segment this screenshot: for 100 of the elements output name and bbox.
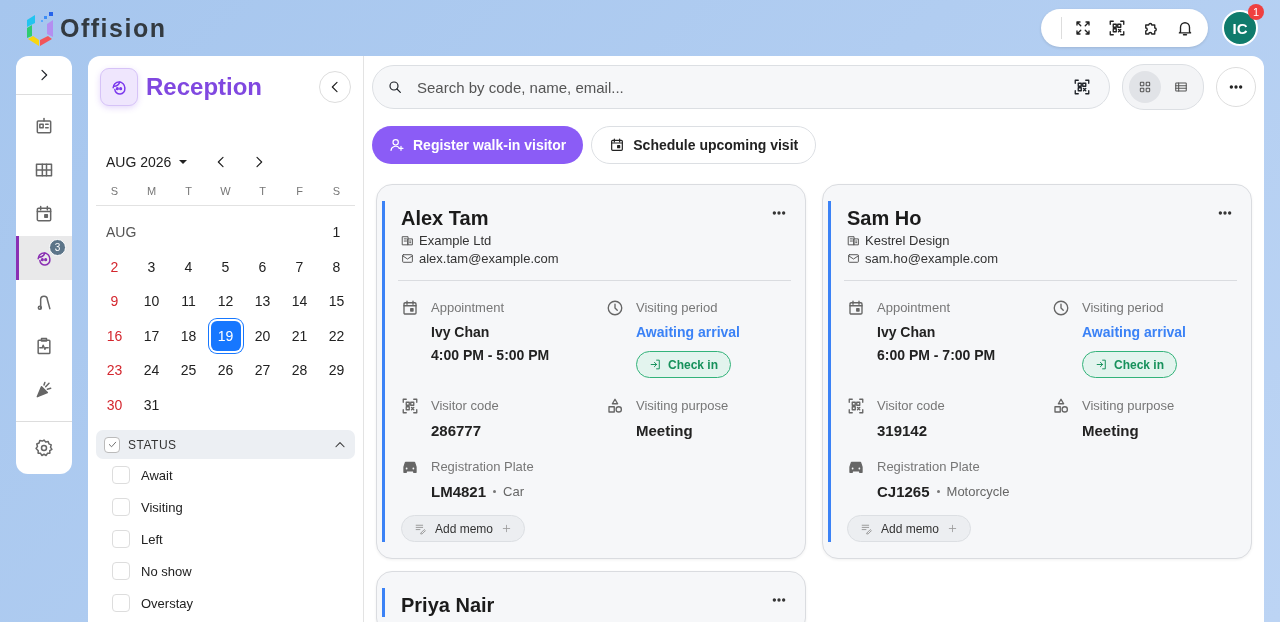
qr-scan-icon[interactable] <box>1108 19 1126 37</box>
calendar-day[interactable]: 5 <box>210 251 241 282</box>
search-field[interactable]: Search by code, name, email... <box>372 65 1110 109</box>
visiting-purpose: Meeting <box>636 422 694 439</box>
visitor-name: Priya Nair <box>401 594 495 617</box>
nav-item[interactable]: 3 <box>16 236 72 281</box>
option-label: Await <box>141 467 173 483</box>
logo-icon <box>24 10 56 46</box>
calendar-day[interactable]: 1 <box>321 217 352 248</box>
calendar-icon <box>401 299 419 317</box>
weekday-label: T <box>184 185 193 197</box>
qr-scan-icon[interactable] <box>1073 78 1091 96</box>
add-memo-button[interactable]: Add memo <box>401 515 526 542</box>
calendar-day[interactable]: 29 <box>321 355 352 386</box>
register-visitor-button[interactable]: Register walk-in visitor <box>372 126 584 164</box>
weekday-label: F <box>295 185 304 197</box>
calendar-day[interactable]: 26 <box>210 355 241 386</box>
calendar-day[interactable]: 6 <box>247 251 278 282</box>
checkbox[interactable] <box>104 436 120 453</box>
calendar-day[interactable]: 2 <box>99 251 130 282</box>
calendar-day[interactable]: 22 <box>321 320 352 351</box>
field-label: Visiting purpose <box>1082 398 1175 413</box>
checkbox[interactable] <box>112 498 130 516</box>
login-icon <box>1095 358 1108 371</box>
calendar-day[interactable]: 31 <box>136 389 167 420</box>
separator-dot <box>936 490 940 493</box>
field-label: Visitor code <box>877 398 945 413</box>
visitor-email: alex.tam@example.com <box>419 251 559 266</box>
calendar-icon <box>847 299 865 317</box>
month-label: AUG <box>105 224 138 241</box>
calendar-day[interactable]: 16 <box>99 320 130 351</box>
shapes-icon <box>1052 397 1070 415</box>
check-in-button[interactable]: Check in <box>1082 351 1177 378</box>
calendar-day[interactable]: 9 <box>99 286 130 317</box>
visitor-code: 319142 <box>877 422 929 439</box>
schedule-visit-button[interactable]: Schedule upcoming visit <box>591 126 817 164</box>
add-memo-button[interactable]: Add memo <box>847 515 972 542</box>
calendar-day[interactable]: 12 <box>210 286 241 317</box>
field-label: Visiting period <box>1082 300 1165 315</box>
calendar-day[interactable]: 14 <box>284 286 315 317</box>
check-in-button[interactable]: Check in <box>636 351 731 378</box>
field-label: Visiting purpose <box>636 398 729 413</box>
count-badge: 3 <box>49 239 66 257</box>
vehicle-type: Car <box>503 484 524 499</box>
page-title: Reception <box>146 73 262 101</box>
shapes-icon <box>606 397 624 415</box>
calendar-day[interactable]: 28 <box>284 355 315 386</box>
checkbox[interactable] <box>112 594 130 612</box>
filter-heading: STATUS <box>128 437 177 452</box>
calendar-day[interactable]: 18 <box>173 320 204 351</box>
month-picker[interactable]: AUG 2026 <box>106 154 192 170</box>
calendar-icon <box>609 137 626 153</box>
calendar-day[interactable]: 17 <box>136 320 167 351</box>
calendar-day[interactable]: 10 <box>136 286 167 317</box>
fullscreen-icon[interactable] <box>1074 19 1092 37</box>
plate-number: CJ1265 <box>877 483 930 500</box>
plate-number: LM4821 <box>431 483 487 500</box>
calendar-day[interactable]: 25 <box>173 355 204 386</box>
plus-icon <box>947 523 959 534</box>
calendar-day[interactable]: 19 <box>210 320 241 351</box>
option-label: Visiting <box>141 499 183 515</box>
calendar-day[interactable]: 24 <box>136 355 167 386</box>
checkbox[interactable] <box>112 562 130 580</box>
calendar-day[interactable]: 8 <box>321 251 352 282</box>
visitor-email: sam.ho@example.com <box>865 251 999 266</box>
grid-view-button[interactable] <box>1129 71 1161 103</box>
vehicle-type: Motorcycle <box>946 484 1010 499</box>
calendar-day[interactable]: 27 <box>247 355 278 386</box>
user-plus-icon <box>389 137 405 153</box>
field-label: Visitor code <box>431 398 499 413</box>
field-label: Appointment <box>877 300 951 315</box>
calendar-day[interactable]: 30 <box>99 389 130 420</box>
calendar-day[interactable]: 3 <box>136 251 167 282</box>
calendar-day[interactable]: 4 <box>173 251 204 282</box>
calendar-day[interactable]: 20 <box>247 320 278 351</box>
calendar-day[interactable]: 7 <box>284 251 315 282</box>
option-label: No show <box>141 563 192 579</box>
calendar-day[interactable]: 23 <box>99 355 130 386</box>
separator-dot <box>493 490 497 493</box>
plus-icon <box>501 523 513 534</box>
visiting-purpose: Meeting <box>1082 422 1140 439</box>
weekday-label: S <box>331 185 342 197</box>
list-icon <box>1174 80 1188 94</box>
checkbox[interactable] <box>112 466 130 484</box>
calendar-day[interactable]: 13 <box>247 286 278 317</box>
checkbox[interactable] <box>112 530 130 548</box>
calendar-day[interactable]: 15 <box>321 286 352 317</box>
field-label: Appointment <box>431 300 505 315</box>
calendar-day[interactable]: 21 <box>284 320 315 351</box>
settings-icon[interactable] <box>34 438 54 459</box>
calendar-day[interactable]: 11 <box>173 286 204 317</box>
search-input[interactable]: Search by code, name, email... <box>415 77 1061 97</box>
memo-icon <box>414 522 427 535</box>
memo-icon <box>860 522 873 535</box>
grid-icon <box>1138 80 1152 94</box>
bell-icon[interactable] <box>1176 19 1194 37</box>
qr-code-icon <box>847 397 865 415</box>
search-icon <box>387 79 403 95</box>
company-icon <box>401 234 414 247</box>
notification-badge: 1 <box>1248 4 1264 20</box>
